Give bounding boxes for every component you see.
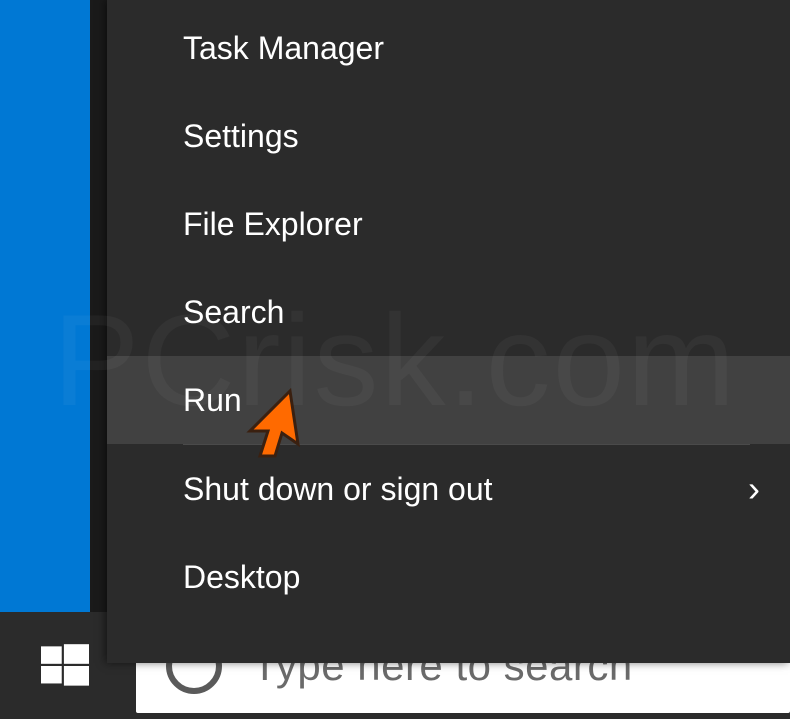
- winx-context-menu: Task Manager Settings File Explorer Sear…: [107, 0, 790, 663]
- menu-item-run[interactable]: Run: [107, 356, 790, 444]
- menu-item-label: File Explorer: [183, 206, 363, 243]
- windows-logo-icon: [41, 642, 89, 690]
- menu-item-label: Shut down or sign out: [183, 471, 493, 508]
- menu-item-label: Settings: [183, 118, 299, 155]
- chevron-right-icon: ›: [748, 468, 760, 510]
- menu-item-settings[interactable]: Settings: [107, 92, 790, 180]
- desktop-blue-area: [0, 0, 90, 612]
- menu-item-label: Task Manager: [183, 30, 384, 67]
- menu-item-task-manager[interactable]: Task Manager: [107, 4, 790, 92]
- menu-item-desktop[interactable]: Desktop: [107, 533, 790, 621]
- menu-item-label: Run: [183, 382, 242, 419]
- menu-item-label: Desktop: [183, 559, 300, 596]
- menu-item-search[interactable]: Search: [107, 268, 790, 356]
- menu-item-file-explorer[interactable]: File Explorer: [107, 180, 790, 268]
- menu-item-label: Search: [183, 294, 284, 331]
- menu-item-shutdown-signout[interactable]: Shut down or sign out ›: [107, 445, 790, 533]
